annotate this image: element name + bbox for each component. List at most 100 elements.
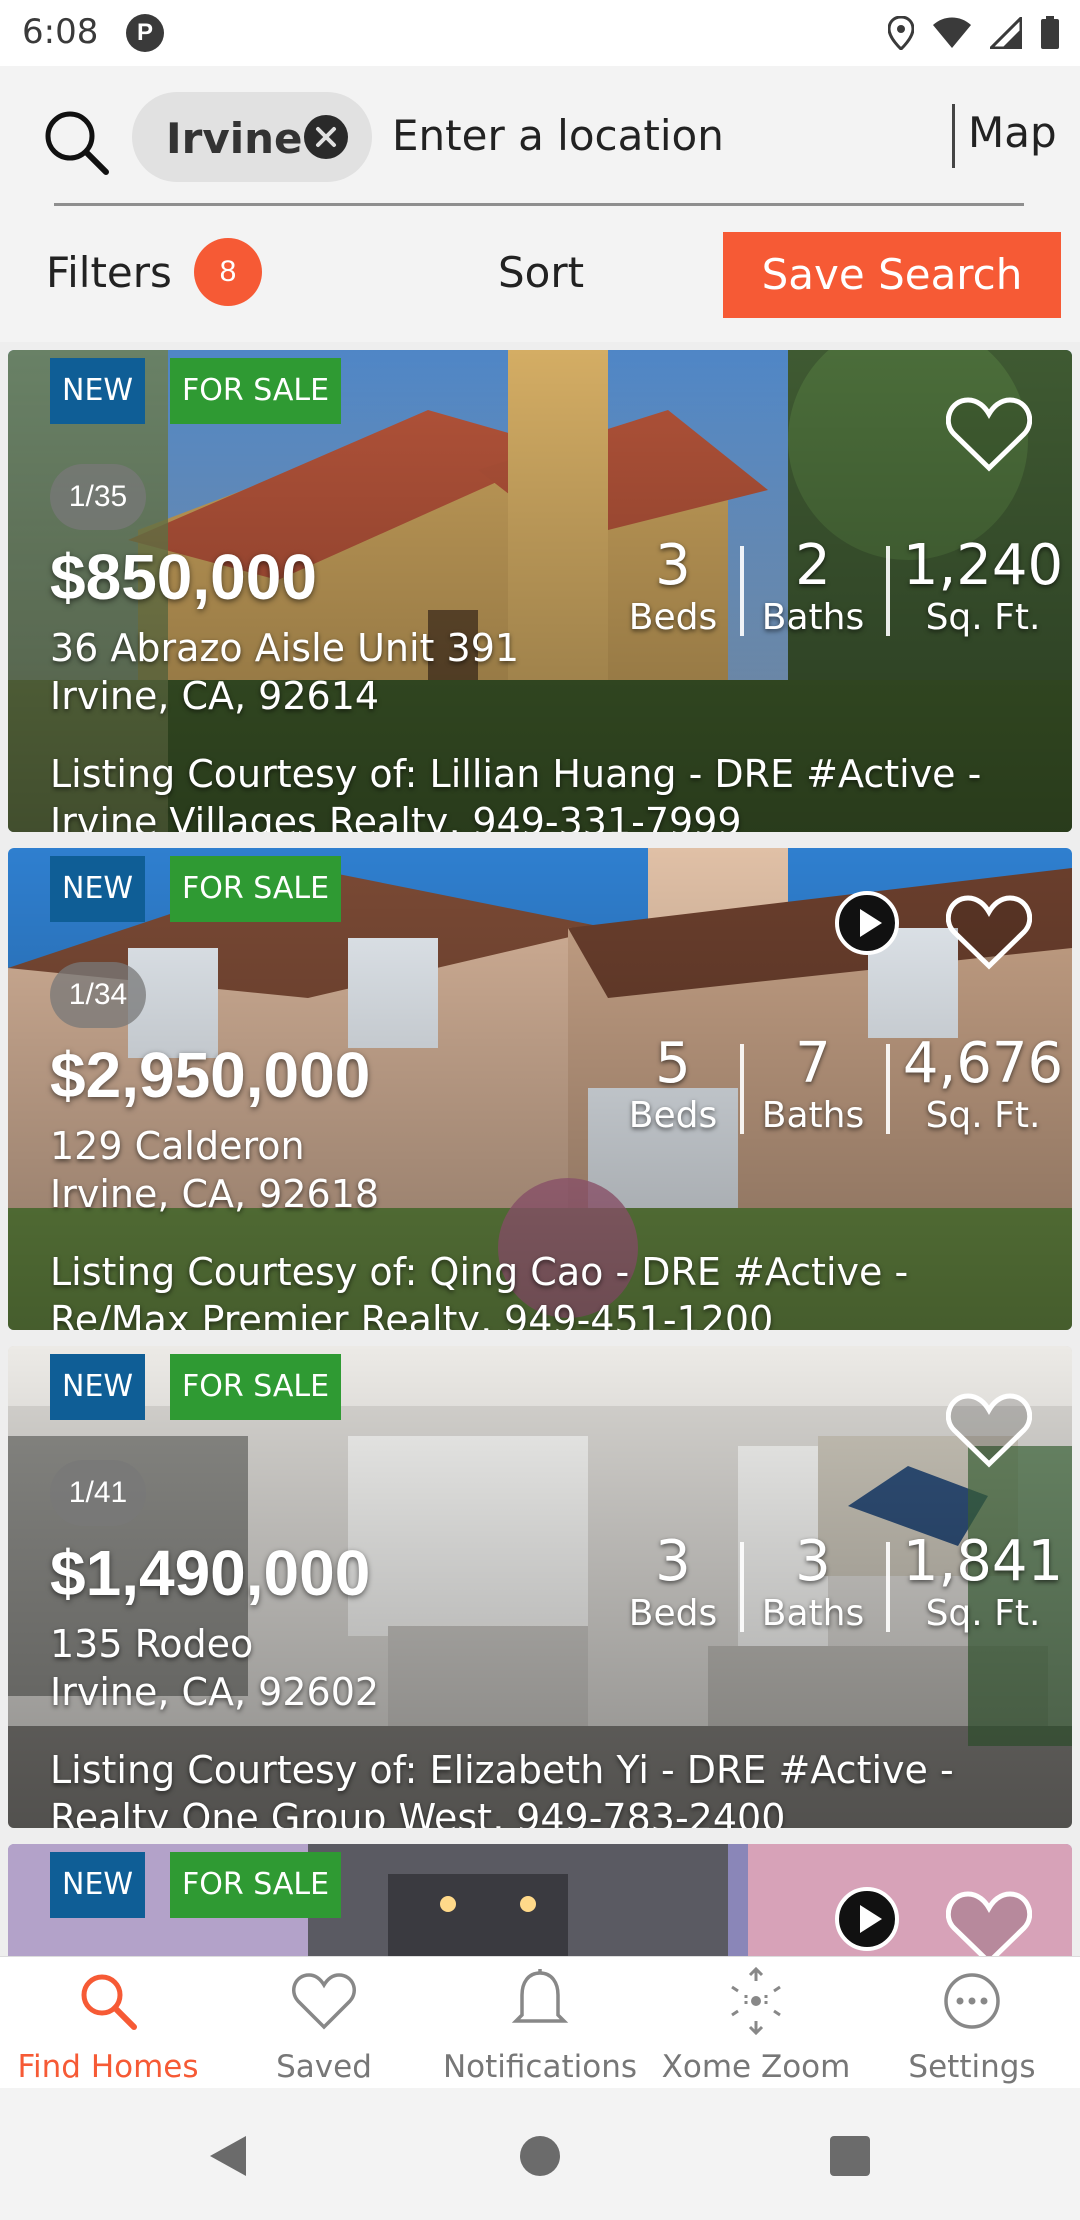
more-icon — [944, 1973, 1000, 2029]
search-header: Irvine Map Filters 8 Sort Save Search — [0, 66, 1080, 342]
listing-card[interactable]: NEW FOR SALE 1/34 $2,950,000 129 Caldero… — [8, 848, 1072, 1330]
search-underline — [54, 203, 1024, 206]
stat-divider — [886, 546, 890, 636]
signal-icon — [990, 17, 1022, 49]
recents-icon[interactable] — [830, 2136, 870, 2176]
listing-address-line1: 36 Abrazo Aisle Unit 391 — [50, 626, 520, 670]
nav-find-homes[interactable]: Find Homes — [0, 1957, 216, 2089]
search-icon[interactable] — [40, 106, 114, 180]
listing-price: $2,950,000 — [50, 1039, 371, 1111]
listing-card[interactable]: NEW FOR SALE 1/35 $850,000 36 Abrazo Ais… — [8, 350, 1072, 832]
sort-button[interactable]: Sort — [498, 248, 584, 297]
for-sale-badge: FOR SALE — [170, 856, 342, 922]
new-badge: NEW — [50, 358, 146, 424]
baths-count: 3 — [795, 1529, 831, 1594]
listing-price: $850,000 — [50, 541, 317, 613]
stat-divider — [740, 546, 744, 636]
nav-label: Settings — [908, 2049, 1036, 2085]
listing-address-line2: Irvine, CA, 92602 — [50, 1670, 380, 1714]
listing-address-line2: Irvine, CA, 92614 — [50, 674, 380, 718]
status-icons — [888, 14, 1060, 52]
listing-card[interactable]: NEW FOR SALE 1/41 $1,490,000 135 Rodeo I… — [8, 1346, 1072, 1828]
map-button[interactable]: Map — [968, 108, 1057, 157]
beds-stat: 3 Beds — [608, 536, 738, 656]
listing-stats: 3 Beds 2 Baths 1,240 Sq. Ft. — [608, 536, 1068, 656]
stat-divider — [886, 1044, 890, 1134]
beds-label: Beds — [628, 597, 718, 638]
nav-saved[interactable]: Saved — [216, 1957, 432, 2089]
baths-stat: 2 Baths — [748, 536, 878, 656]
beds-label: Beds — [628, 1593, 718, 1634]
favorite-heart-icon[interactable] — [946, 396, 1032, 472]
video-play-icon[interactable] — [834, 890, 900, 956]
stat-divider — [740, 1044, 744, 1134]
filters-count-badge: 8 — [194, 238, 262, 306]
favorite-heart-icon[interactable] — [946, 1392, 1032, 1468]
battery-icon — [1041, 16, 1059, 49]
nav-label: Xome Zoom — [661, 2049, 851, 2085]
sqft-label: Sq. Ft. — [925, 597, 1041, 638]
baths-count: 2 — [795, 533, 831, 598]
sqft-count: 1,240 — [902, 533, 1064, 598]
status-time: 6:08 — [22, 12, 99, 52]
sqft-stat: 4,676 Sq. Ft. — [898, 1034, 1068, 1154]
nav-label: Find Homes — [17, 2049, 199, 2085]
heart-icon — [292, 1973, 356, 2030]
baths-stat: 7 Baths — [748, 1034, 878, 1154]
zoom-icon — [731, 1967, 781, 2035]
nav-notifications[interactable]: Notifications — [432, 1957, 648, 2089]
listing-photo — [8, 1844, 1072, 1956]
baths-count: 7 — [795, 1031, 831, 1096]
sqft-count: 1,841 — [902, 1529, 1064, 1594]
baths-stat: 3 Baths — [748, 1532, 878, 1652]
sqft-label: Sq. Ft. — [925, 1593, 1041, 1634]
status-bar: 6:08 P — [0, 0, 1080, 66]
listing-address-line1: 135 Rodeo — [50, 1622, 254, 1666]
back-icon[interactable] — [206, 2134, 250, 2178]
for-sale-badge: FOR SALE — [170, 1852, 342, 1918]
baths-label: Baths — [761, 1593, 865, 1634]
sqft-stat: 1,841 Sq. Ft. — [898, 1532, 1068, 1652]
listing-courtesy: Listing Courtesy of: Lillian Huang - DRE… — [50, 752, 982, 832]
map-divider — [952, 104, 955, 168]
new-badge: NEW — [50, 1852, 146, 1918]
photo-count: 1/35 — [50, 464, 146, 530]
favorite-heart-icon[interactable] — [946, 1890, 1032, 1956]
listing-address-line1: 129 Calderon — [50, 1124, 305, 1168]
photo-count: 1/34 — [50, 962, 146, 1028]
wifi-icon — [933, 17, 971, 48]
bell-icon — [511, 1969, 569, 2023]
for-sale-badge: FOR SALE — [170, 1354, 342, 1420]
filters-button[interactable]: Filters — [46, 248, 172, 297]
video-play-icon[interactable] — [834, 1886, 900, 1952]
baths-label: Baths — [761, 597, 865, 638]
nav-xome-zoom[interactable]: Xome Zoom — [648, 1957, 864, 2089]
nav-label: Notifications — [442, 2049, 638, 2085]
location-icon — [888, 16, 914, 50]
beds-count: 3 — [655, 533, 691, 598]
listing-courtesy: Listing Courtesy of: Elizabeth Yi - DRE … — [50, 1748, 954, 1828]
app-notification-icon: P — [126, 14, 164, 52]
listing-address-line2: Irvine, CA, 92618 — [50, 1172, 380, 1216]
home-icon[interactable] — [520, 2136, 560, 2176]
beds-count: 3 — [655, 1529, 691, 1594]
new-badge: NEW — [50, 1354, 146, 1420]
remove-location-icon[interactable] — [304, 115, 348, 159]
stat-divider — [886, 1542, 890, 1632]
listing-card[interactable]: NEW FOR SALE — [8, 1844, 1072, 1956]
listing-stats: 5 Beds 7 Baths 4,676 Sq. Ft. — [608, 1034, 1068, 1154]
nav-label: Saved — [276, 2049, 372, 2085]
for-sale-badge: FOR SALE — [170, 358, 342, 424]
location-input[interactable] — [392, 100, 932, 170]
sqft-label: Sq. Ft. — [925, 1095, 1041, 1136]
listing-list[interactable]: NEW FOR SALE 1/35 $850,000 36 Abrazo Ais… — [0, 342, 1080, 1956]
save-search-button[interactable]: Save Search — [723, 232, 1061, 318]
favorite-heart-icon[interactable] — [946, 894, 1032, 970]
beds-stat: 5 Beds — [608, 1034, 738, 1154]
sqft-count: 4,676 — [902, 1031, 1064, 1096]
nav-settings[interactable]: Settings — [864, 1957, 1080, 2089]
bottom-nav: Find Homes Saved Notifications Xome Zoom — [0, 1956, 1080, 2088]
search-icon — [81, 1974, 137, 2030]
new-badge: NEW — [50, 856, 146, 922]
location-chip[interactable]: Irvine — [132, 92, 372, 182]
